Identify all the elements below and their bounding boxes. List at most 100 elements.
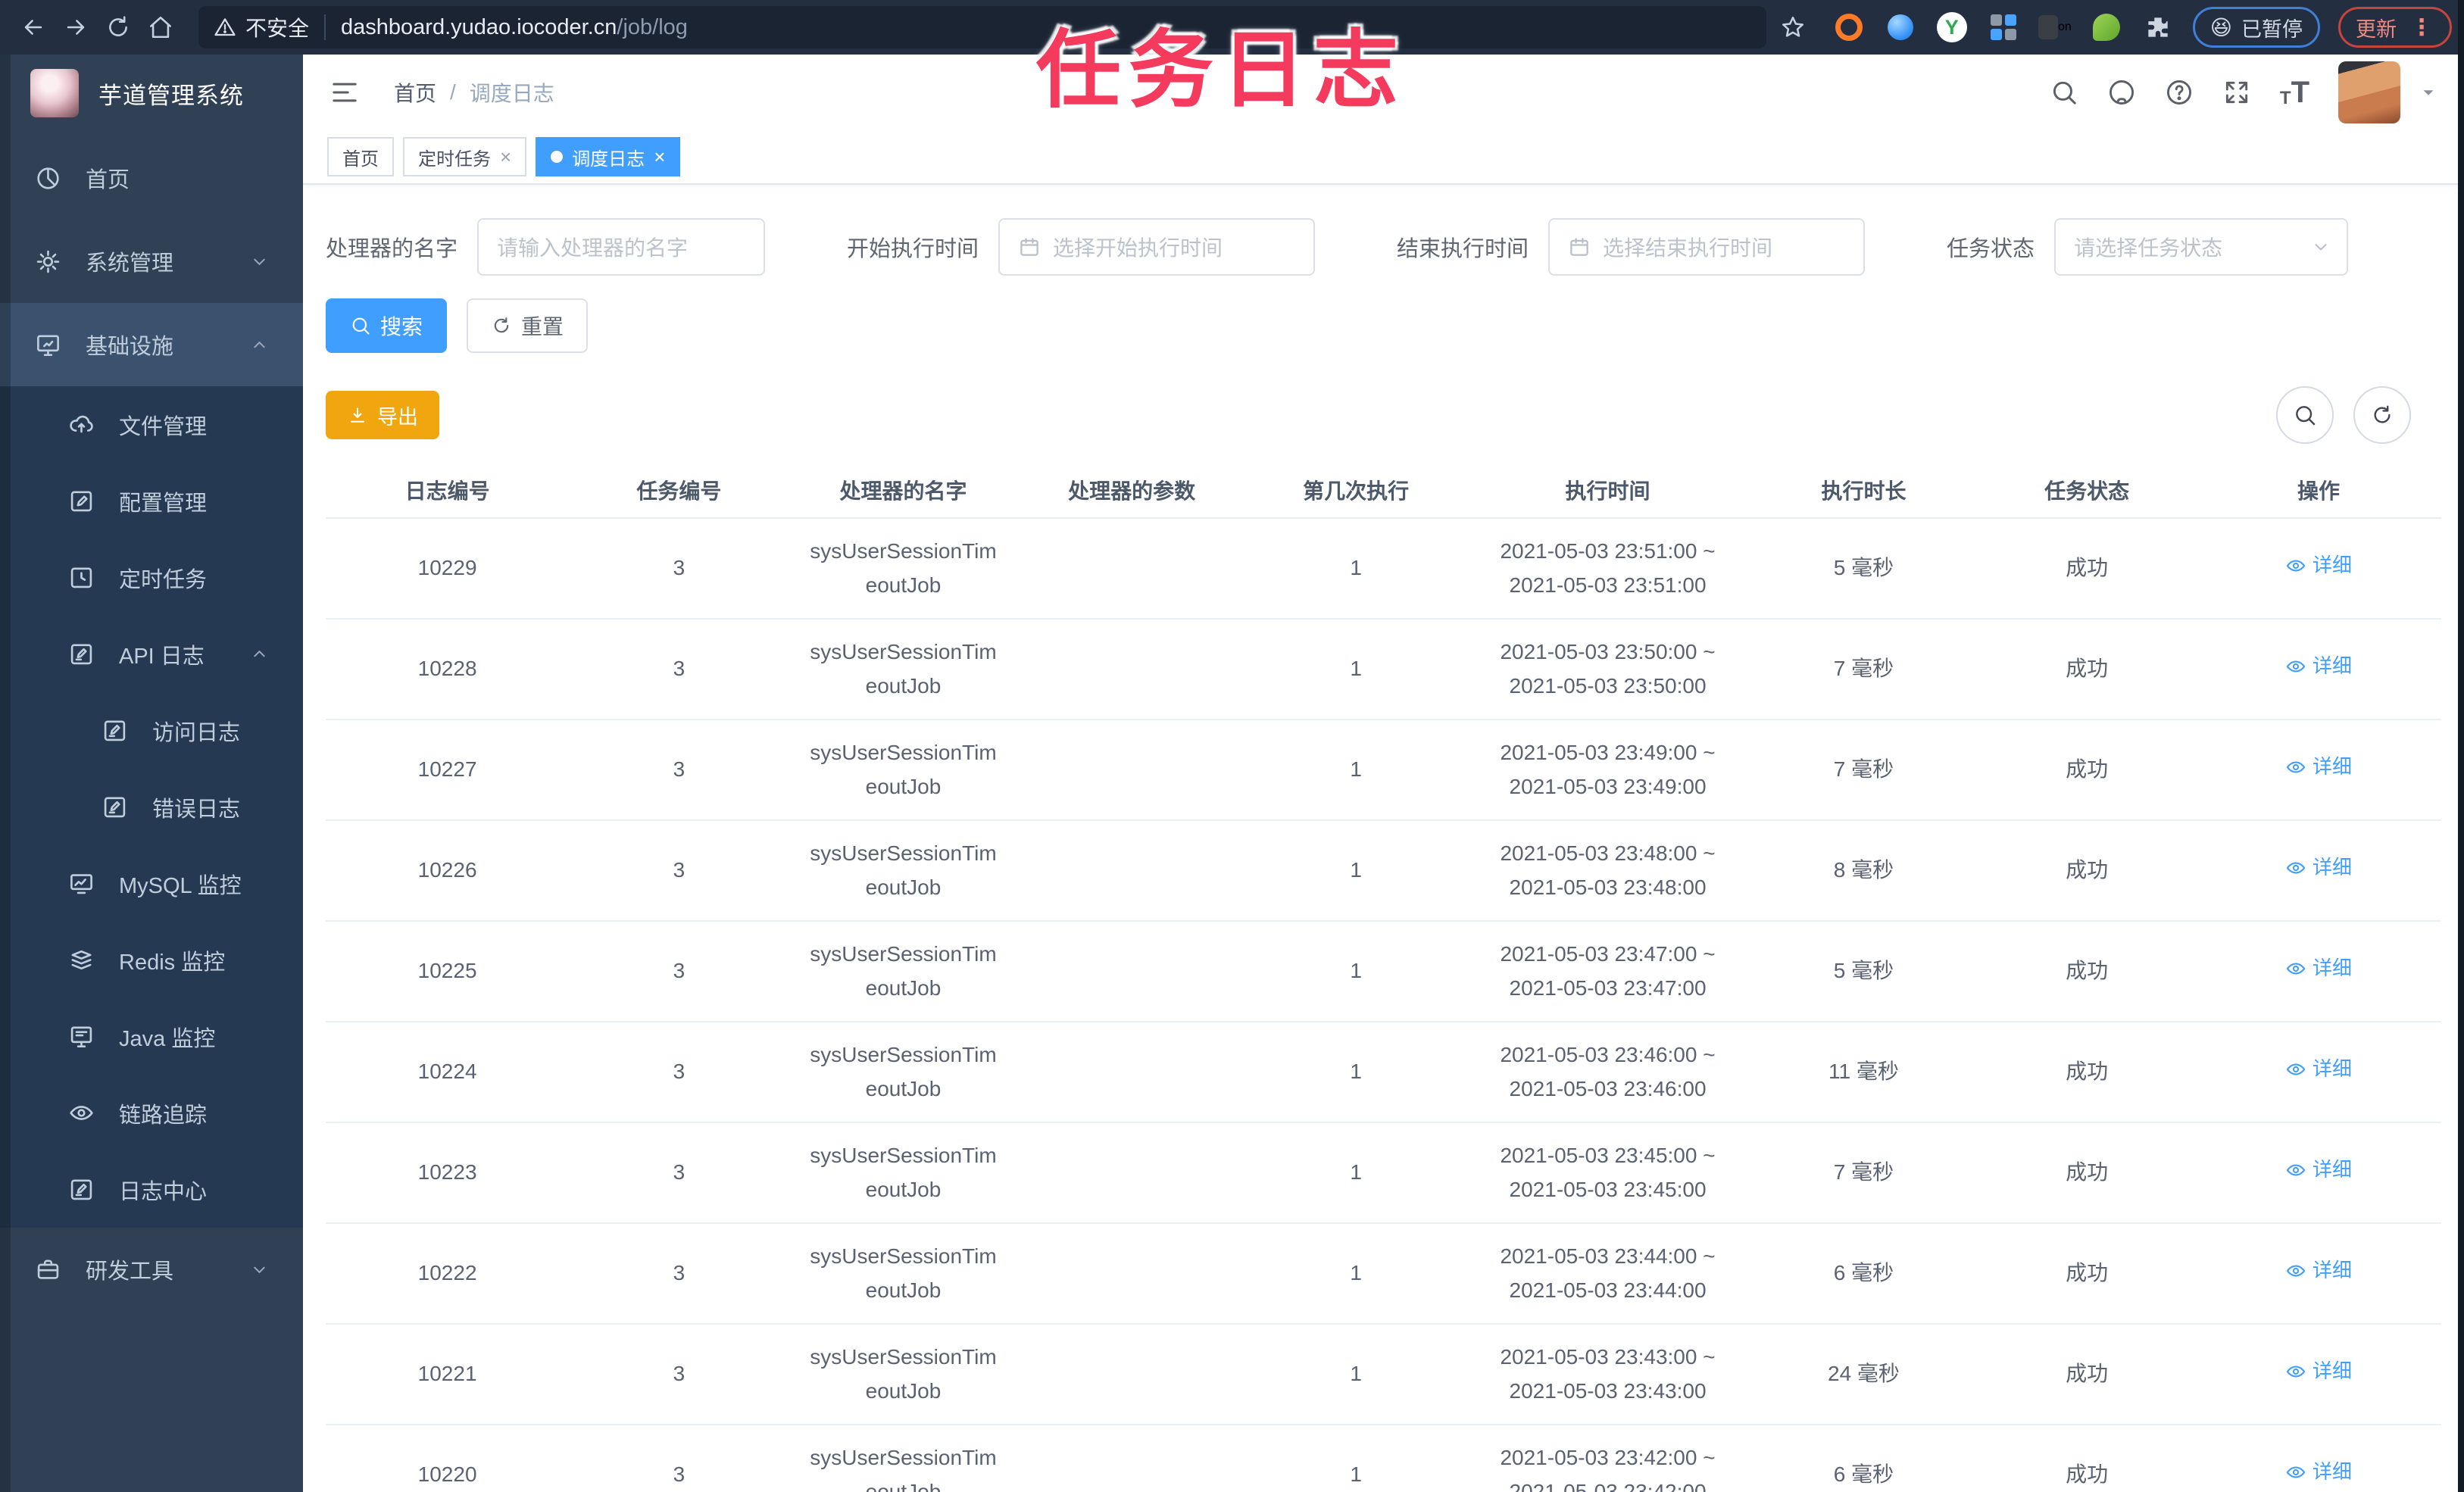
- column-header: 处理器的名字: [789, 462, 1018, 519]
- column-header: 执行时长: [1749, 462, 1978, 519]
- avatar-caret-down-icon[interactable]: [2419, 83, 2438, 102]
- table-row: 10227 3 sysUserSessionTim eoutJob 1 2021-05-0…: [326, 719, 2441, 821]
- fullscreen-icon[interactable]: [2222, 78, 2251, 107]
- detail-link[interactable]: 详细: [2285, 1356, 2352, 1387]
- detail-link[interactable]: 详细: [2285, 651, 2352, 682]
- cell-actions: 详细: [2195, 518, 2441, 620]
- placeholder-text: 选择结束执行时间: [1603, 236, 1773, 260]
- search-button[interactable]: 搜索: [326, 298, 448, 353]
- column-header: 任务编号: [569, 462, 789, 519]
- cell-handler-param: [1017, 719, 1246, 821]
- reload-icon[interactable]: [97, 6, 139, 48]
- detail-link[interactable]: 详细: [2285, 751, 2352, 783]
- cell-execute-index: 1: [1245, 921, 1466, 1022]
- end-time-input[interactable]: 选择结束执行时间: [1548, 218, 1866, 276]
- tab-label: 定时任务: [418, 148, 491, 170]
- cell-duration: 5 毫秒: [1749, 518, 1978, 620]
- close-icon[interactable]: ×: [500, 147, 511, 167]
- help-icon[interactable]: [2165, 78, 2194, 107]
- cell-status: 成功: [1978, 719, 2196, 821]
- ext-puzzle-icon[interactable]: [2141, 11, 2175, 44]
- sidebar-item-job[interactable]: 定时任务: [0, 539, 303, 616]
- sidebar-item-api-log[interactable]: API 日志: [0, 616, 303, 692]
- sidebar-item-config[interactable]: 配置管理: [0, 463, 303, 539]
- github-icon[interactable]: [2107, 78, 2136, 107]
- window-right-edge: [2458, 0, 2464, 1492]
- ext-green-y-icon[interactable]: Y: [1935, 11, 1969, 44]
- sidebar-item-redis[interactable]: Redis 监控: [0, 922, 303, 998]
- app-logo[interactable]: 芋道管理系统: [0, 55, 303, 132]
- eye-icon: [2285, 757, 2306, 778]
- eye-icon: [2285, 1260, 2306, 1281]
- url-bar[interactable]: 不安全 dashboard.yudao.iocoder.cn/job/log: [198, 6, 1766, 48]
- ext-on-icon[interactable]: on: [2038, 11, 2072, 44]
- ext-orange-icon[interactable]: [1832, 11, 1866, 44]
- sidebar-item-log-center[interactable]: 日志中心: [0, 1151, 303, 1228]
- font-size-icon[interactable]: TT: [2280, 77, 2309, 108]
- insecure-warning-icon[interactable]: [214, 16, 236, 39]
- tab-schedule-log[interactable]: 调度日志 ×: [536, 137, 681, 176]
- update-label: 更新: [2356, 17, 2397, 41]
- reset-button[interactable]: 重置: [467, 298, 589, 353]
- sidebar-item-infra[interactable]: 基础设施: [0, 303, 303, 386]
- sidebar-toggle-icon[interactable]: [329, 77, 361, 108]
- forward-icon[interactable]: [55, 6, 97, 48]
- column-header: 第几次执行: [1245, 462, 1466, 519]
- cell-duration: 6 毫秒: [1749, 1223, 1978, 1325]
- tab-timed-task[interactable]: 定时任务 ×: [403, 137, 527, 176]
- log-edit-icon: [68, 641, 95, 667]
- detail-link[interactable]: 详细: [2285, 1053, 2352, 1085]
- detail-link[interactable]: 详细: [2285, 1255, 2352, 1287]
- detail-link[interactable]: 详细: [2285, 852, 2352, 884]
- paused-extension-badge[interactable]: 😆 已暂停: [2192, 7, 2320, 48]
- job-status-select[interactable]: 请选择任务状态: [2054, 218, 2349, 276]
- sidebar-item-label: 系统管理: [86, 251, 174, 276]
- detail-link[interactable]: 详细: [2285, 550, 2352, 582]
- handler-name-input[interactable]: 请输入处理器的名字: [477, 218, 766, 276]
- begin-time-input[interactable]: 选择开始执行时间: [998, 218, 1316, 276]
- home-icon[interactable]: [139, 6, 182, 48]
- sidebar-item-system[interactable]: 系统管理: [0, 220, 303, 303]
- menu-kebab-icon: ⋮: [2410, 14, 2434, 40]
- detail-link[interactable]: 详细: [2285, 1154, 2352, 1186]
- cell-duration: 7 毫秒: [1749, 619, 1978, 720]
- ext-leaf-icon[interactable]: [2090, 11, 2123, 44]
- cell-log-id: 10221: [326, 1324, 570, 1425]
- ext-grid-icon[interactable]: [1987, 11, 2020, 44]
- navbar-right: TT: [2050, 61, 2438, 123]
- cell-execute-index: 1: [1245, 719, 1466, 821]
- cell-actions: 详细: [2195, 619, 2441, 720]
- sidebar-item-home[interactable]: 首页: [0, 136, 303, 220]
- search-button-icon: [350, 315, 371, 336]
- sidebar-item-java[interactable]: Java 监控: [0, 998, 303, 1075]
- detail-link[interactable]: 详细: [2285, 953, 2352, 985]
- placeholder-text: 选择开始执行时间: [1053, 236, 1223, 260]
- breadcrumb-home[interactable]: 首页: [394, 77, 436, 108]
- bookmark-star-icon[interactable]: [1772, 6, 1814, 48]
- search-icon[interactable]: [2050, 78, 2078, 107]
- user-avatar[interactable]: [2338, 61, 2400, 123]
- cell-execute-index: 1: [1245, 1425, 1466, 1492]
- sidebar-item-mysql[interactable]: MySQL 监控: [0, 845, 303, 922]
- sidebar-item-access-log[interactable]: 访问日志: [0, 692, 303, 769]
- sidebar-item-dev-tools[interactable]: 研发工具: [0, 1228, 303, 1311]
- close-icon[interactable]: ×: [654, 147, 665, 167]
- browser-update-button[interactable]: 更新 ⋮: [2338, 7, 2452, 48]
- back-icon[interactable]: [12, 6, 55, 48]
- cell-execute-time: 2021-05-03 23:42:00 ~2021-05-03 23:42:00: [1466, 1425, 1750, 1492]
- cloud-upload-icon: [68, 411, 95, 438]
- filter-label: 任务状态: [1947, 237, 2035, 261]
- tab-home[interactable]: 首页: [327, 137, 394, 176]
- screen: 不安全 dashboard.yudao.iocoder.cn/job/log Y…: [0, 0, 2464, 1492]
- toggle-search-button[interactable]: [2276, 386, 2334, 444]
- sidebar-item-file[interactable]: 文件管理: [0, 386, 303, 463]
- cell-task-id: 3: [569, 1324, 789, 1425]
- export-button[interactable]: 导出: [326, 391, 439, 439]
- detail-link[interactable]: 详细: [2285, 1456, 2352, 1488]
- refresh-table-button[interactable]: [2353, 386, 2411, 444]
- sidebar-item-tracer[interactable]: 链路追踪: [0, 1075, 303, 1151]
- sidebar-item-error-log[interactable]: 错误日志: [0, 769, 303, 845]
- filter-begin-time: 开始执行时间 选择开始执行时间: [847, 218, 1316, 276]
- active-dot: [551, 151, 564, 163]
- ext-blue-icon[interactable]: [1884, 11, 1917, 44]
